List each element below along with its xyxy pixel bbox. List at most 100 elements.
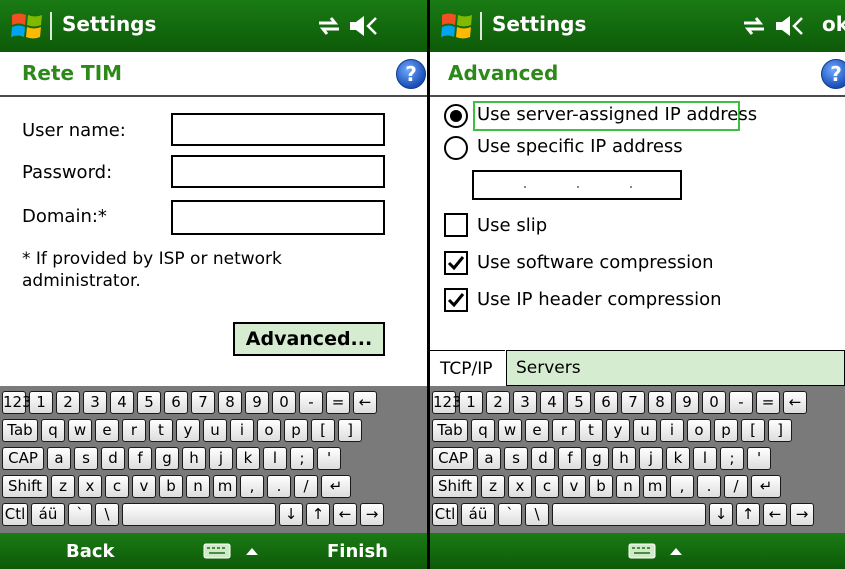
- keyboard-key[interactable]: a: [477, 447, 501, 470]
- keyboard-key[interactable]: CAP: [2, 447, 44, 470]
- keyboard-key[interactable]: k: [236, 447, 260, 470]
- password-field[interactable]: [171, 155, 385, 188]
- ip-header-compression-checkbox[interactable]: [444, 288, 468, 312]
- keyboard-key[interactable]: u: [633, 419, 657, 442]
- keyboard-key[interactable]: q: [471, 419, 495, 442]
- keyboard-key[interactable]: →: [360, 503, 384, 526]
- keyboard-key[interactable]: 3: [83, 391, 107, 414]
- connectivity-icon[interactable]: [740, 14, 768, 38]
- slip-label[interactable]: Use slip: [477, 215, 547, 236]
- keyboard-key[interactable]: Shift: [432, 475, 478, 498]
- keyboard-key[interactable]: s: [74, 447, 98, 470]
- keyboard-key[interactable]: m: [213, 475, 237, 498]
- keyboard-key[interactable]: Ctl: [2, 503, 28, 526]
- keyboard-key[interactable]: j: [209, 447, 233, 470]
- keyboard-key[interactable]: g: [585, 447, 609, 470]
- keyboard-key[interactable]: 2: [56, 391, 80, 414]
- keyboard-key[interactable]: ↵: [321, 475, 351, 498]
- keyboard-key[interactable]: ↓: [279, 503, 303, 526]
- keyboard-key[interactable]: 1: [459, 391, 483, 414]
- keyboard-key[interactable]: d: [531, 447, 555, 470]
- keyboard-key[interactable]: 0: [272, 391, 296, 414]
- keyboard-key[interactable]: 4: [540, 391, 564, 414]
- input-menu-arrow-icon[interactable]: [670, 547, 682, 555]
- keyboard-key[interactable]: h: [612, 447, 636, 470]
- keyboard-key[interactable]: w: [68, 419, 92, 442]
- specific-ip-label[interactable]: Use specific IP address: [477, 136, 683, 157]
- keyboard-key[interactable]: =: [326, 391, 350, 414]
- keyboard-key[interactable]: áü: [461, 503, 495, 526]
- keyboard-key[interactable]: o: [257, 419, 281, 442]
- keyboard-key[interactable]: ,: [240, 475, 264, 498]
- keyboard-key[interactable]: 123: [2, 391, 32, 414]
- software-compression-checkbox[interactable]: [444, 251, 468, 275]
- keyboard-key[interactable]: t: [579, 419, 603, 442]
- username-field[interactable]: [171, 113, 385, 146]
- keyboard-key[interactable]: ;: [290, 447, 314, 470]
- keyboard-key[interactable]: 6: [594, 391, 618, 414]
- keyboard-key[interactable]: [: [311, 419, 335, 442]
- keyboard-key[interactable]: 7: [191, 391, 215, 414]
- keyboard-key[interactable]: s: [504, 447, 528, 470]
- keyboard-key[interactable]: ←: [353, 391, 377, 414]
- keyboard-key[interactable]: -: [729, 391, 753, 414]
- software-compression-label[interactable]: Use software compression: [477, 252, 714, 273]
- keyboard-key[interactable]: k: [666, 447, 690, 470]
- keyboard-key[interactable]: 5: [137, 391, 161, 414]
- keyboard-key[interactable]: ': [317, 447, 341, 470]
- server-ip-radio[interactable]: [444, 104, 468, 128]
- slip-checkbox[interactable]: [444, 213, 468, 237]
- keyboard-key[interactable]: =: [756, 391, 780, 414]
- keyboard-key[interactable]: n: [616, 475, 640, 498]
- keyboard-key[interactable]: e: [95, 419, 119, 442]
- keyboard-key[interactable]: 5: [567, 391, 591, 414]
- back-softkey[interactable]: Back: [66, 541, 115, 562]
- ok-button[interactable]: ok: [822, 12, 845, 36]
- keyboard-key[interactable]: l: [693, 447, 717, 470]
- keyboard-key[interactable]: o: [687, 419, 711, 442]
- keyboard-key[interactable]: ↵: [751, 475, 781, 498]
- keyboard-key[interactable]: c: [535, 475, 559, 498]
- keyboard-key[interactable]: y: [606, 419, 630, 442]
- keyboard-key[interactable]: 7: [621, 391, 645, 414]
- keyboard-key[interactable]: Shift: [2, 475, 48, 498]
- keyboard-key[interactable]: -: [299, 391, 323, 414]
- keyboard-key[interactable]: \: [525, 503, 549, 526]
- keyboard-key[interactable]: l: [263, 447, 287, 470]
- keyboard-key[interactable]: v: [132, 475, 156, 498]
- keyboard-key[interactable]: 0: [702, 391, 726, 414]
- keyboard-key[interactable]: 3: [513, 391, 537, 414]
- keyboard-key[interactable]: CAP: [432, 447, 474, 470]
- keyboard-key[interactable]: /: [294, 475, 318, 498]
- keyboard-key[interactable]: ;: [720, 447, 744, 470]
- keyboard-key[interactable]: m: [643, 475, 667, 498]
- keyboard-key[interactable]: /: [724, 475, 748, 498]
- keyboard-key[interactable]: `: [498, 503, 522, 526]
- keyboard-key[interactable]: b: [589, 475, 613, 498]
- keyboard-key[interactable]: q: [41, 419, 65, 442]
- keyboard-key[interactable]: ↑: [306, 503, 330, 526]
- keyboard-key[interactable]: x: [78, 475, 102, 498]
- keyboard-key[interactable]: ←: [763, 503, 787, 526]
- keyboard-key[interactable]: p: [714, 419, 738, 442]
- keyboard-key[interactable]: 123: [432, 391, 462, 414]
- keyboard-key[interactable]: u: [203, 419, 227, 442]
- keyboard-key[interactable]: h: [182, 447, 206, 470]
- keyboard-key[interactable]: i: [230, 419, 254, 442]
- keyboard-key[interactable]: d: [101, 447, 125, 470]
- keyboard-icon[interactable]: [203, 543, 231, 559]
- keyboard-key[interactable]: f: [558, 447, 582, 470]
- keyboard-key[interactable]: z: [481, 475, 505, 498]
- keyboard-key[interactable]: p: [284, 419, 308, 442]
- input-menu-arrow-icon[interactable]: [246, 547, 258, 555]
- keyboard-key[interactable]: 8: [648, 391, 672, 414]
- keyboard-key[interactable]: →: [790, 503, 814, 526]
- keyboard-key[interactable]: c: [105, 475, 129, 498]
- keyboard-key[interactable]: 1: [29, 391, 53, 414]
- finish-softkey[interactable]: Finish: [327, 541, 388, 562]
- keyboard-key[interactable]: ←: [783, 391, 807, 414]
- tab-tcpip[interactable]: TCP/IP: [430, 350, 505, 387]
- keyboard-key[interactable]: x: [508, 475, 532, 498]
- space-key[interactable]: [122, 503, 276, 526]
- keyboard-key[interactable]: a: [47, 447, 71, 470]
